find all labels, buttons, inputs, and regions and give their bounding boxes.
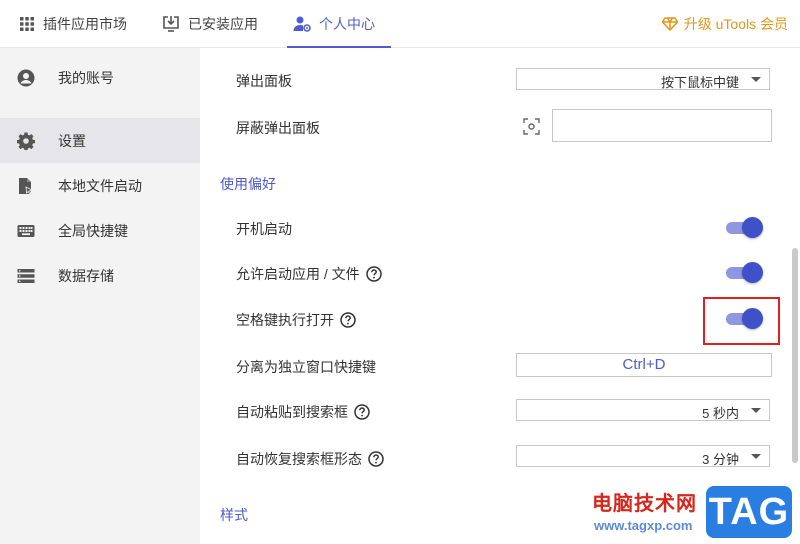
watermark-text: 电脑技术网 — [592, 493, 697, 515]
sidebar-item-label: 全局快捷键 — [58, 222, 128, 239]
allow-launch-row: 允许启动应用 / 文件 — [236, 264, 382, 284]
auto-restore-select[interactable]: 3 分钟 — [516, 445, 770, 467]
chevron-down-icon — [751, 454, 761, 459]
tab-label: 个人中心 — [319, 15, 375, 32]
auto-paste-row: 自动粘贴到搜索框 — [236, 402, 370, 422]
tab-plugin-market[interactable]: 插件应用市场 — [19, 0, 127, 47]
help-icon[interactable] — [354, 404, 370, 420]
file-launch-icon — [17, 177, 35, 195]
select-value: 按下鼠标中键 — [660, 75, 739, 90]
tab-label: 已安装应用 — [188, 15, 258, 32]
sidebar-item-label: 数据存储 — [58, 267, 114, 284]
tab-personal-center[interactable]: 个人中心 — [287, 0, 391, 48]
popup-panel-select[interactable]: 按下鼠标中键 — [516, 68, 770, 90]
sidebar-item-global-hotkeys[interactable]: 全局快捷键 — [0, 208, 200, 253]
chevron-down-icon — [751, 408, 761, 413]
storage-icon — [17, 268, 35, 284]
block-popup-input[interactable] — [552, 109, 772, 142]
block-popup-label: 屏蔽弹出面板 — [236, 120, 320, 136]
screenshot-target-icon[interactable] — [523, 118, 540, 140]
auto-restore-label: 自动恢复搜索框形态 — [236, 451, 362, 467]
sidebar-item-label: 设置 — [58, 132, 86, 149]
diamond-icon — [661, 16, 678, 31]
watermark-url: www.tagxp.com — [594, 518, 693, 533]
tab-label: 插件应用市场 — [43, 15, 127, 32]
chevron-down-icon — [751, 77, 761, 82]
allow-launch-toggle[interactable] — [726, 261, 766, 283]
autostart-label: 开机启动 — [236, 221, 292, 237]
select-value: 3 分钟 — [702, 452, 739, 467]
upgrade-label: 升级 uTools 会员 — [683, 15, 788, 32]
help-icon[interactable] — [340, 312, 356, 328]
detach-hotkey-input[interactable]: Ctrl+D — [516, 353, 772, 377]
allow-launch-label: 允许启动应用 / 文件 — [236, 266, 360, 282]
space-open-label: 空格键执行打开 — [236, 312, 334, 328]
sidebar-item-settings[interactable]: 设置 — [0, 118, 200, 163]
popup-panel-label: 弹出面板 — [236, 73, 292, 89]
sidebar-item-label: 我的账号 — [58, 69, 114, 86]
auto-paste-select[interactable]: 5 秒内 — [516, 399, 770, 421]
keyboard-icon — [17, 224, 35, 238]
auto-restore-row: 自动恢复搜索框形态 — [236, 449, 384, 469]
gear-icon — [17, 132, 35, 150]
preferences-section-title: 使用偏好 — [220, 176, 276, 192]
detach-hotkey-label: 分离为独立窗口快捷键 — [236, 359, 376, 375]
scrollbar-thumb[interactable] — [792, 248, 798, 463]
help-icon[interactable] — [365, 266, 382, 282]
select-value: 5 秒内 — [702, 406, 739, 421]
autostart-toggle[interactable] — [726, 216, 766, 238]
sidebar-item-label: 本地文件启动 — [58, 177, 142, 194]
sidebar: 我的账号 设置 本地文件启动 全局快捷键 数据存储 — [0, 48, 200, 544]
grid-icon — [19, 16, 35, 32]
top-navigation: 插件应用市场 已安装应用 个人中心 升级 uTools 会员 — [0, 0, 800, 48]
settings-panel: 弹出面板 按下鼠标中键 屏蔽弹出面板 使用偏好 开机启动 允许启动应用 / 文件… — [200, 48, 790, 544]
account-icon — [17, 69, 35, 87]
installed-monitor-icon — [162, 15, 180, 33]
sidebar-item-account[interactable]: 我的账号 — [0, 55, 200, 100]
space-open-row: 空格键执行打开 — [236, 310, 356, 330]
watermark-tag-logo: TAG — [706, 486, 792, 538]
scrollbar[interactable] — [790, 48, 800, 544]
sidebar-item-local-file-launch[interactable]: 本地文件启动 — [0, 163, 200, 208]
help-icon[interactable] — [368, 451, 384, 467]
toggle-knob — [742, 217, 763, 238]
style-section-title: 样式 — [220, 507, 248, 523]
tab-installed[interactable]: 已安装应用 — [162, 0, 258, 47]
toggle-knob — [742, 262, 763, 283]
highlight-box — [703, 297, 780, 345]
upgrade-button[interactable]: 升级 uTools 会员 — [661, 0, 788, 47]
user-settings-icon — [293, 15, 311, 33]
sidebar-item-data-storage[interactable]: 数据存储 — [0, 253, 200, 298]
auto-paste-label: 自动粘贴到搜索框 — [236, 404, 348, 420]
